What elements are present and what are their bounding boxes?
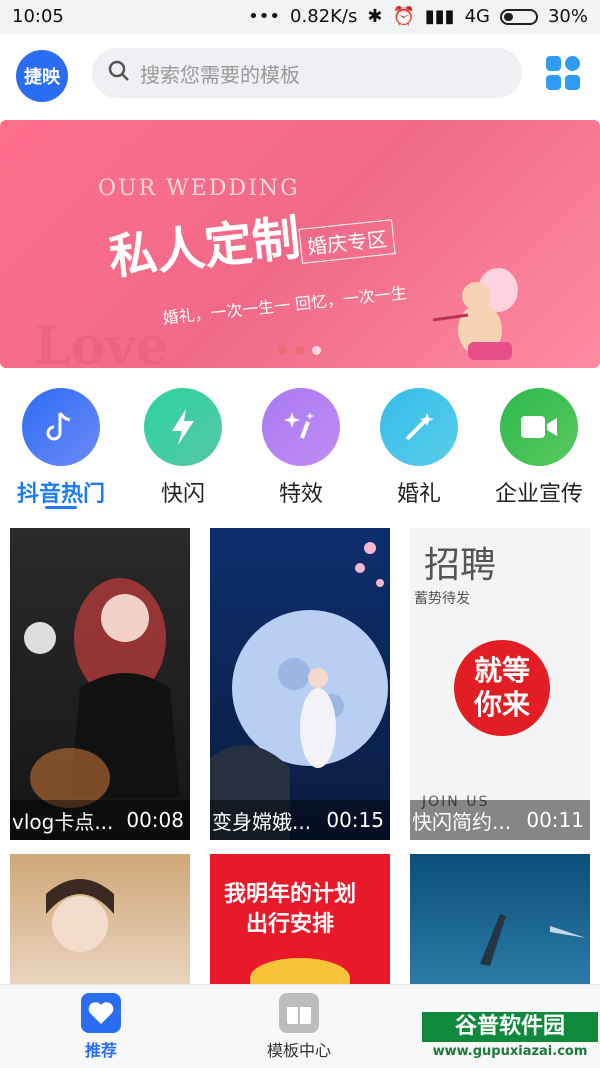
- search-icon: [108, 60, 130, 87]
- battery-text: 30%: [547, 6, 588, 27]
- template-name: 变身嫦娥...: [212, 809, 312, 834]
- heart-icon: [46, 993, 156, 1037]
- category-effects[interactable]: 特效: [246, 388, 356, 508]
- category-label: 特效: [278, 482, 323, 507]
- template-thumbnail: [480, 914, 586, 966]
- category-label: 快闪: [160, 482, 205, 507]
- template-duration: 00:11: [526, 808, 584, 832]
- template-label: 快闪简约... 00:11: [410, 800, 590, 840]
- video-camera-icon: [500, 388, 578, 466]
- watermark-url: www.gupuxiazai.com: [432, 1044, 588, 1059]
- template-card[interactable]: vlog卡点... 00:08: [10, 528, 190, 840]
- category-label: 抖音热门: [16, 482, 105, 507]
- category-label: 婚礼: [396, 482, 441, 507]
- banner-tag: 婚庆专区: [298, 219, 396, 264]
- watermark-title: 谷普软件园: [422, 1012, 598, 1042]
- sparkle-icon: [262, 388, 340, 466]
- poster-xushi: 蓄势待发: [414, 591, 470, 607]
- nav-label: 模板中心: [266, 1041, 331, 1060]
- poster-deng-ni-lai: 就等你来: [454, 640, 550, 736]
- category-label: 企业宣传: [494, 482, 583, 507]
- battery-icon: [499, 8, 538, 25]
- category-flash[interactable]: 快闪: [128, 388, 238, 508]
- banner-dot-active[interactable]: [312, 346, 321, 355]
- template-card[interactable]: [10, 854, 190, 984]
- template-thumbnail: [46, 879, 114, 952]
- template-duration: 00:08: [126, 808, 184, 832]
- lightning-icon: [144, 388, 222, 466]
- template-thumbnail: [210, 542, 388, 840]
- template-name: vlog卡点...: [12, 809, 114, 834]
- tiktok-icon: [22, 388, 100, 466]
- template-duration: 00:15: [326, 808, 384, 832]
- category-row: 抖音热门 快闪 特效 婚礼 企业宣传: [0, 382, 600, 508]
- card-text-line2: 出行安排: [246, 912, 335, 937]
- poster-zhaopin: 招聘: [424, 545, 497, 586]
- banner-subtitle: OUR WEDDING: [98, 176, 300, 201]
- banner-love-text: Love: [34, 316, 169, 368]
- search-bar[interactable]: 搜索您需要的模板: [92, 48, 522, 98]
- nav-recommend[interactable]: 推荐: [46, 993, 156, 1061]
- cupid-icon: [428, 260, 528, 368]
- nav-label: 推荐: [84, 1041, 117, 1060]
- grid-menu-icon[interactable]: [544, 54, 582, 92]
- nav-template-center[interactable]: 模板中心: [244, 993, 354, 1061]
- template-thumbnail: [24, 578, 180, 808]
- app-header: 捷映 搜索您需要的模板: [0, 34, 600, 118]
- app-logo[interactable]: 捷映: [16, 50, 68, 102]
- category-douyin-hot[interactable]: 抖音热门: [6, 388, 116, 508]
- banner-pagination: [278, 346, 321, 355]
- bluetooth-icon: ✱: [367, 6, 383, 27]
- status-right: ••• 0.82K/s ✱ ⏰ ▮▮▮ 4G 30%: [248, 6, 588, 27]
- network-speed: 0.82K/s: [290, 6, 358, 27]
- category-corporate[interactable]: 企业宣传: [484, 388, 594, 508]
- magic-wand-icon: [380, 388, 458, 466]
- site-watermark: 谷普软件园 www.gupuxiazai.com: [422, 1010, 598, 1066]
- template-card[interactable]: [410, 854, 590, 984]
- banner-dot[interactable]: [278, 346, 287, 355]
- banner-tagline: 婚礼，一次一生一 回忆，一次一生: [161, 283, 408, 328]
- template-icon: [244, 993, 354, 1037]
- template-card[interactable]: 招聘 蓄势待发 就等你来 JOIN US 快闪简约... 00:11: [410, 528, 590, 840]
- search-placeholder: 搜索您需要的模板: [140, 62, 300, 87]
- template-card[interactable]: 我明年的计划 出行安排: [210, 854, 390, 984]
- more-dots-icon: •••: [248, 6, 281, 27]
- category-wedding[interactable]: 婚礼: [364, 388, 474, 508]
- status-bar: 10:05 ••• 0.82K/s ✱ ⏰ ▮▮▮ 4G 30%: [0, 0, 600, 34]
- banner-title: 私人定制: [106, 210, 303, 286]
- signal-icon: ▮▮▮: [424, 6, 455, 27]
- banner-dot[interactable]: [295, 346, 304, 355]
- promo-banner[interactable]: OUR WEDDING 私人定制 婚庆专区 Love 婚礼，一次一生一 回忆，一…: [0, 120, 600, 368]
- template-label: 变身嫦娥... 00:15: [210, 800, 390, 840]
- template-label: vlog卡点... 00:08: [10, 800, 190, 840]
- status-time: 10:05: [12, 6, 64, 27]
- network-type: 4G: [464, 6, 490, 27]
- card-decoration: [250, 958, 350, 984]
- card-text-line1: 我明年的计划: [224, 882, 357, 907]
- template-card[interactable]: 变身嫦娥... 00:15: [210, 528, 390, 840]
- category-active-indicator: [45, 506, 77, 509]
- alarm-icon: ⏰: [392, 6, 415, 27]
- template-name: 快闪简约...: [412, 809, 512, 834]
